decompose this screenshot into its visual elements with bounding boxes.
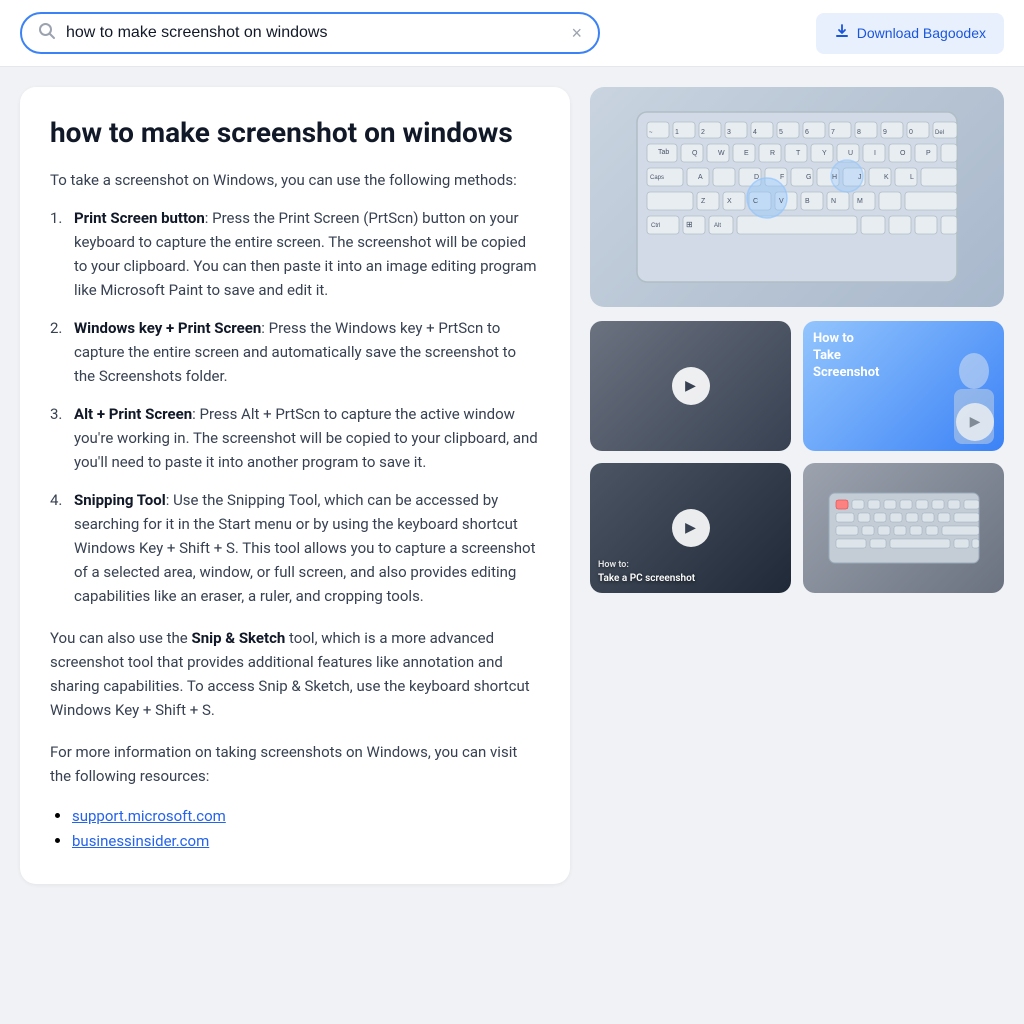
search-icon: [38, 22, 56, 44]
snip-sketch-paragraph: You can also use the Snip & Sketch tool,…: [50, 626, 540, 722]
svg-text:E: E: [744, 150, 749, 157]
svg-text:O: O: [900, 150, 906, 157]
download-button[interactable]: Download Bagoodex: [816, 13, 1004, 54]
video-thumb-3[interactable]: ▶ How to: Take a PC screenshot: [590, 463, 791, 593]
video-grid: ▶ How toTakeScreenshot ▶ ▶ How to: Take …: [590, 321, 1004, 593]
svg-text:⊞: ⊞: [686, 220, 693, 229]
resource-item: support.microsoft.com: [72, 806, 540, 825]
svg-text:Tab: Tab: [658, 149, 669, 156]
svg-text:Caps: Caps: [650, 175, 664, 181]
svg-text:X: X: [727, 198, 732, 205]
svg-text:A: A: [698, 174, 703, 181]
answer-card: how to make screenshot on windows To tak…: [20, 87, 570, 884]
svg-text:C: C: [753, 198, 758, 205]
svg-text:Alt: Alt: [714, 223, 721, 229]
svg-text:3: 3: [727, 129, 731, 136]
svg-text:F: F: [780, 174, 784, 181]
keyboard-small-svg: [824, 488, 984, 568]
svg-text:2: 2: [701, 129, 705, 136]
person-silhouette: [944, 351, 1004, 451]
resource-link-businessinsider[interactable]: businessinsider.com: [72, 832, 209, 850]
methods-list: 1. Print Screen button: Press the Print …: [50, 206, 540, 608]
svg-text:M: M: [857, 198, 863, 205]
svg-text:U: U: [848, 150, 853, 157]
resource-item: businessinsider.com: [72, 831, 540, 850]
svg-text:G: G: [806, 174, 811, 181]
svg-text:1: 1: [675, 129, 679, 136]
video-title-overlay-2: How toTakeScreenshot: [813, 331, 879, 382]
svg-text:W: W: [718, 150, 725, 157]
method-bold: Windows key + Print Screen: [74, 319, 261, 337]
list-item: 2. Windows key + Print Screen: Press the…: [50, 316, 540, 388]
svg-text:T: T: [796, 150, 801, 157]
list-item: 1. Print Screen button: Press the Print …: [50, 206, 540, 302]
video-label-3: How to: Take a PC screenshot: [598, 560, 695, 585]
svg-text:P: P: [926, 150, 931, 157]
play-button-1[interactable]: ▶: [672, 367, 710, 405]
answer-intro: To take a screenshot on Windows, you can…: [50, 168, 540, 192]
svg-text:6: 6: [805, 129, 809, 136]
svg-text:I: I: [874, 150, 876, 157]
answer-title: how to make screenshot on windows: [50, 115, 540, 150]
svg-text:D: D: [754, 174, 759, 181]
svg-text:K: K: [884, 174, 889, 181]
method-bold: Alt + Print Screen: [74, 405, 192, 423]
resource-link-microsoft[interactable]: support.microsoft.com: [72, 807, 226, 825]
keyboard-svg: Tab Q W E R T Y U I O P Caps A D F G H J…: [627, 102, 967, 292]
svg-text:B: B: [805, 198, 810, 205]
download-icon: [834, 23, 850, 44]
svg-text:8: 8: [857, 129, 861, 136]
svg-text:0: 0: [909, 129, 913, 136]
svg-text:L: L: [910, 174, 914, 181]
svg-text:9: 9: [883, 129, 887, 136]
download-label: Download Bagoodex: [857, 25, 986, 41]
svg-text:~: ~: [649, 130, 653, 136]
video-thumb-4[interactable]: [803, 463, 1004, 593]
svg-text:Del: Del: [935, 130, 944, 136]
header: how to make screenshot on windows × Down…: [0, 0, 1024, 67]
list-item: 4. Snipping Tool: Use the Snipping Tool,…: [50, 488, 540, 608]
svg-text:Q: Q: [692, 150, 698, 157]
search-input[interactable]: how to make screenshot on windows: [66, 24, 561, 42]
svg-text:V: V: [779, 198, 784, 205]
svg-text:R: R: [770, 150, 775, 157]
svg-text:Z: Z: [701, 198, 706, 205]
svg-text:Y: Y: [822, 150, 827, 157]
play-button-3[interactable]: ▶: [672, 509, 710, 547]
search-bar: how to make screenshot on windows ×: [20, 12, 600, 54]
svg-text:7: 7: [831, 129, 835, 136]
resources-intro: For more information on taking screensho…: [50, 740, 540, 788]
svg-text:5: 5: [779, 129, 783, 136]
resource-list: support.microsoft.com businessinsider.co…: [50, 806, 540, 850]
svg-text:Ctrl: Ctrl: [651, 223, 660, 229]
method-bold: Snipping Tool: [74, 491, 166, 509]
svg-text:N: N: [831, 198, 836, 205]
svg-text:H: H: [832, 174, 837, 181]
method-bold: Print Screen button: [74, 209, 205, 227]
video-thumb-2[interactable]: How toTakeScreenshot ▶: [803, 321, 1004, 451]
clear-button[interactable]: ×: [571, 24, 582, 42]
video-thumb-1[interactable]: ▶: [590, 321, 791, 451]
svg-text:4: 4: [753, 129, 757, 136]
list-item: 3. Alt + Print Screen: Press Alt + PrtSc…: [50, 402, 540, 474]
svg-text:J: J: [858, 174, 862, 181]
keyboard-image: Tab Q W E R T Y U I O P Caps A D F G H J…: [590, 87, 1004, 307]
right-panel: Tab Q W E R T Y U I O P Caps A D F G H J…: [590, 87, 1004, 593]
main-content: how to make screenshot on windows To tak…: [0, 67, 1024, 904]
